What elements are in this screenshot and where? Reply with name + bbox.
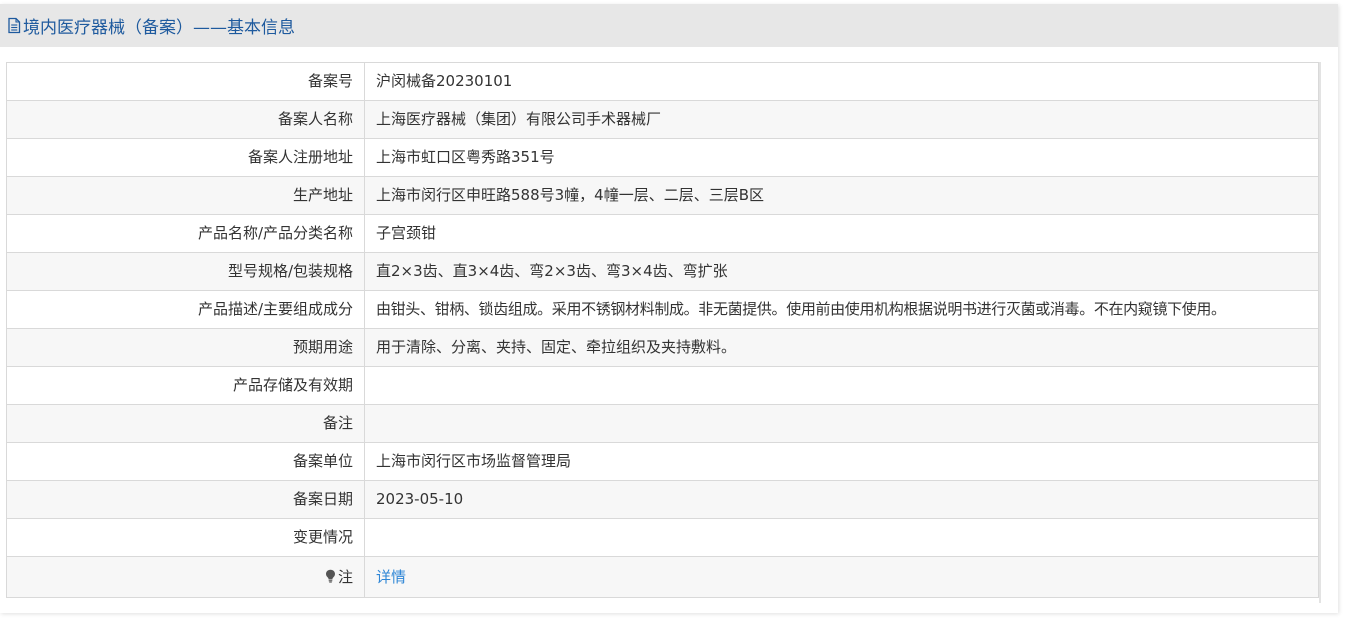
note-label: 注 [337,568,353,586]
table-row: 变更情况 [6,518,1319,557]
row-label: 产品存储及有效期 [6,366,365,405]
basic-info-table: 备案号 沪闵械备20230101 备案人名称 上海医疗器械（集团）有限公司手术器… [6,62,1319,598]
table-row: 备案人注册地址 上海市虹口区粤秀路351号 [6,138,1319,177]
table-row: 型号规格/包装规格 直2×3齿、直3×4齿、弯2×3齿、弯3×4齿、弯扩张 [6,252,1319,291]
row-value [364,518,1319,557]
row-value: 上海市闵行区市场监督管理局 [364,442,1319,481]
table-row: 产品描述/主要组成成分 由钳头、钳柄、锁齿组成。采用不锈钢材料制成。非无菌提供。… [6,290,1319,329]
table-row: 备注 [6,404,1319,443]
row-value: 子宫颈钳 [364,214,1319,253]
row-label: 备案人名称 [6,100,365,139]
note-value-cell: 详情 [364,556,1319,598]
table-row: 产品存储及有效期 [6,366,1319,405]
row-label: 备案日期 [6,480,365,519]
table-row: 产品名称/产品分类名称 子宫颈钳 [6,214,1319,253]
row-value: 由钳头、钳柄、锁齿组成。采用不锈钢材料制成。非无菌提供。使用前由使用机构根据说明… [364,290,1319,329]
basic-info-panel: 境内医疗器械（备案）——基本信息 备案号 沪闵械备20230101 备案人名称 … [0,4,1338,613]
document-icon [7,17,21,34]
row-value: 上海医疗器械（集团）有限公司手术器械厂 [364,100,1319,139]
row-value: 沪闵械备20230101 [364,62,1319,101]
note-label-cell: 注 [6,556,365,598]
row-label: 备注 [6,404,365,443]
lightbulb-icon [325,569,336,583]
row-label: 备案单位 [6,442,365,481]
row-label: 生产地址 [6,176,365,215]
row-label: 备案人注册地址 [6,138,365,177]
row-label: 型号规格/包装规格 [6,252,365,291]
row-label: 备案号 [6,62,365,101]
row-value: 2023-05-10 [364,480,1319,519]
row-label: 产品描述/主要组成成分 [6,290,365,329]
row-label: 产品名称/产品分类名称 [6,214,365,253]
table-row: 备案号 沪闵械备20230101 [6,62,1319,101]
table-row: 备案单位 上海市闵行区市场监督管理局 [6,442,1319,481]
table-row: 预期用途 用于清除、分离、夹持、固定、牵拉组织及夹持敷料。 [6,328,1319,367]
row-value: 上海市闵行区申旺路588号3幢，4幢一层、二层、三层B区 [364,176,1319,215]
note-row: 注 详情 [6,556,1319,598]
row-value [364,404,1319,443]
table-row: 生产地址 上海市闵行区申旺路588号3幢，4幢一层、二层、三层B区 [6,176,1319,215]
row-label: 变更情况 [6,518,365,557]
row-value [364,366,1319,405]
table-row: 备案日期 2023-05-10 [6,480,1319,519]
page-title: 境内医疗器械（备案）——基本信息 [23,18,295,38]
table-row: 备案人名称 上海医疗器械（集团）有限公司手术器械厂 [6,100,1319,139]
panel-header: 境内医疗器械（备案）——基本信息 [0,4,1338,47]
row-value: 用于清除、分离、夹持、固定、牵拉组织及夹持敷料。 [364,328,1319,367]
row-label: 预期用途 [6,328,365,367]
row-value: 上海市虹口区粤秀路351号 [364,138,1319,177]
table-right-border [1319,62,1321,603]
details-link[interactable]: 详情 [376,568,406,586]
row-value: 直2×3齿、直3×4齿、弯2×3齿、弯3×4齿、弯扩张 [364,252,1319,291]
